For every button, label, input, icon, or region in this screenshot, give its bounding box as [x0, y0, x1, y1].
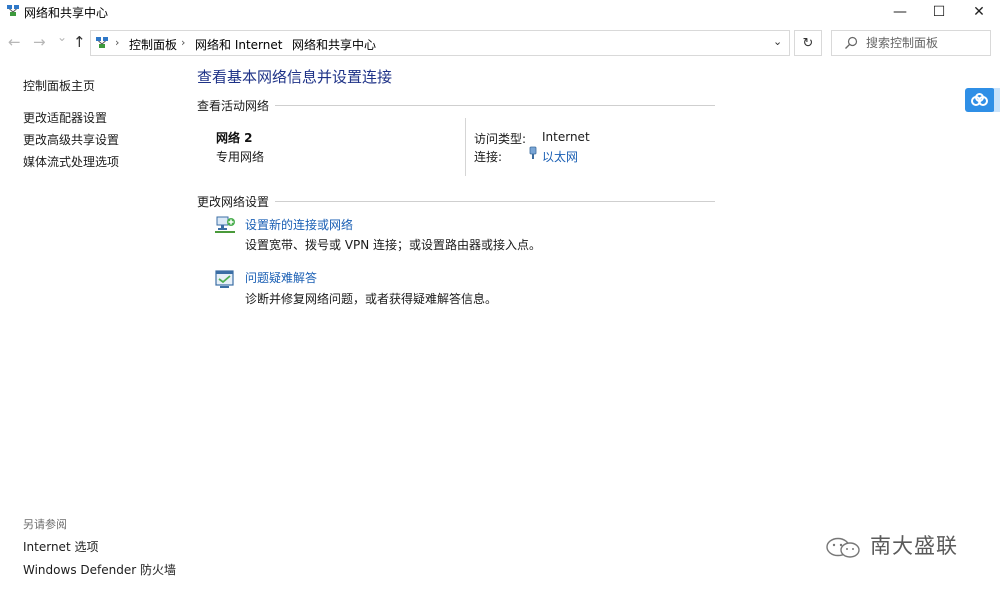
- section-title: 查看活动网络: [197, 99, 270, 113]
- search-box[interactable]: [831, 30, 991, 56]
- vertical-divider: [465, 118, 466, 176]
- new-connection-icon: [215, 216, 235, 233]
- sidebar-media-streaming-options[interactable]: 媒体流式处理选项: [23, 153, 119, 170]
- see-also-heading: 另请参阅: [23, 518, 67, 531]
- section-title: 更改网络设置: [197, 195, 270, 209]
- refresh-button[interactable]: ↻: [794, 30, 822, 56]
- cloud-button[interactable]: [965, 88, 995, 112]
- network-profile-type[interactable]: 专用网络: [216, 148, 264, 165]
- see-also-windows-defender-firewall[interactable]: Windows Defender 防火墙: [23, 561, 176, 578]
- sidebar-change-advanced-sharing[interactable]: 更改高级共享设置: [23, 131, 119, 148]
- active-networks-header: 查看活动网络: [197, 97, 715, 114]
- breadcrumb-separator-icon: ›: [115, 36, 120, 49]
- ethernet-connection-link[interactable]: 以太网: [542, 148, 578, 165]
- breadcrumb-separator-icon: ›: [278, 36, 283, 49]
- see-also-internet-options[interactable]: Internet 选项: [23, 538, 98, 555]
- wechat-icon: [826, 537, 860, 558]
- connections-label: 连接:: [474, 150, 503, 164]
- network-icon: [7, 5, 19, 16]
- forward-arrow-icon[interactable]: →: [33, 33, 46, 51]
- title-bar: 网络和共享中心 — ☐ ✕: [0, 0, 1000, 24]
- breadcrumb-network-sharing-center[interactable]: 网络和共享中心: [292, 36, 376, 53]
- sidebar-control-panel-home[interactable]: 控制面板主页: [23, 77, 95, 94]
- troubleshoot-icon: [215, 270, 234, 288]
- network-icon: [96, 37, 108, 48]
- change-network-settings-header: 更改网络设置: [197, 193, 715, 210]
- setup-new-connection-description: 设置宽带、拨号或 VPN 连接；或设置路由器或接入点。: [245, 238, 542, 252]
- breadcrumb-separator-icon: ›: [181, 36, 186, 49]
- network-name: 网络 2: [216, 131, 253, 145]
- window-title: 网络和共享中心: [24, 6, 109, 20]
- breadcrumb-network-internet[interactable]: 网络和 Internet: [195, 36, 282, 53]
- address-bar[interactable]: › 控制面板 › 网络和 Internet › 网络和共享中心 ⌄: [90, 30, 790, 56]
- search-icon: [845, 36, 858, 49]
- troubleshoot-problems-description: 诊断并修复网络问题，或者获得疑难解答信息。: [245, 292, 498, 306]
- access-type-label: 访问类型:: [474, 132, 527, 146]
- close-button[interactable]: ✕: [957, 0, 1000, 24]
- cloud-button-edge: [994, 88, 1000, 112]
- ethernet-icon: [529, 146, 537, 159]
- up-arrow-icon[interactable]: ↑: [73, 33, 86, 51]
- back-arrow-icon[interactable]: ←: [8, 33, 21, 51]
- troubleshoot-problems-link[interactable]: 问题疑难解答: [245, 269, 317, 286]
- search-input[interactable]: [866, 35, 986, 51]
- section-divider: [275, 201, 715, 202]
- maximize-button[interactable]: ☐: [917, 0, 961, 24]
- cloud-icon: [971, 93, 988, 106]
- breadcrumb-control-panel[interactable]: 控制面板: [129, 36, 177, 53]
- recent-locations-chevron-icon[interactable]: ⌄: [57, 30, 67, 44]
- minimize-button[interactable]: —: [878, 0, 922, 24]
- page-title: 查看基本网络信息并设置连接: [197, 68, 393, 86]
- setup-new-connection-link[interactable]: 设置新的连接或网络: [245, 216, 353, 233]
- watermark-text: 南大盛联: [870, 534, 958, 558]
- sidebar-change-adapter-settings[interactable]: 更改适配器设置: [23, 109, 107, 126]
- address-dropdown-chevron-icon[interactable]: ⌄: [773, 35, 782, 48]
- section-divider: [275, 105, 715, 106]
- access-type-value: Internet: [542, 130, 590, 144]
